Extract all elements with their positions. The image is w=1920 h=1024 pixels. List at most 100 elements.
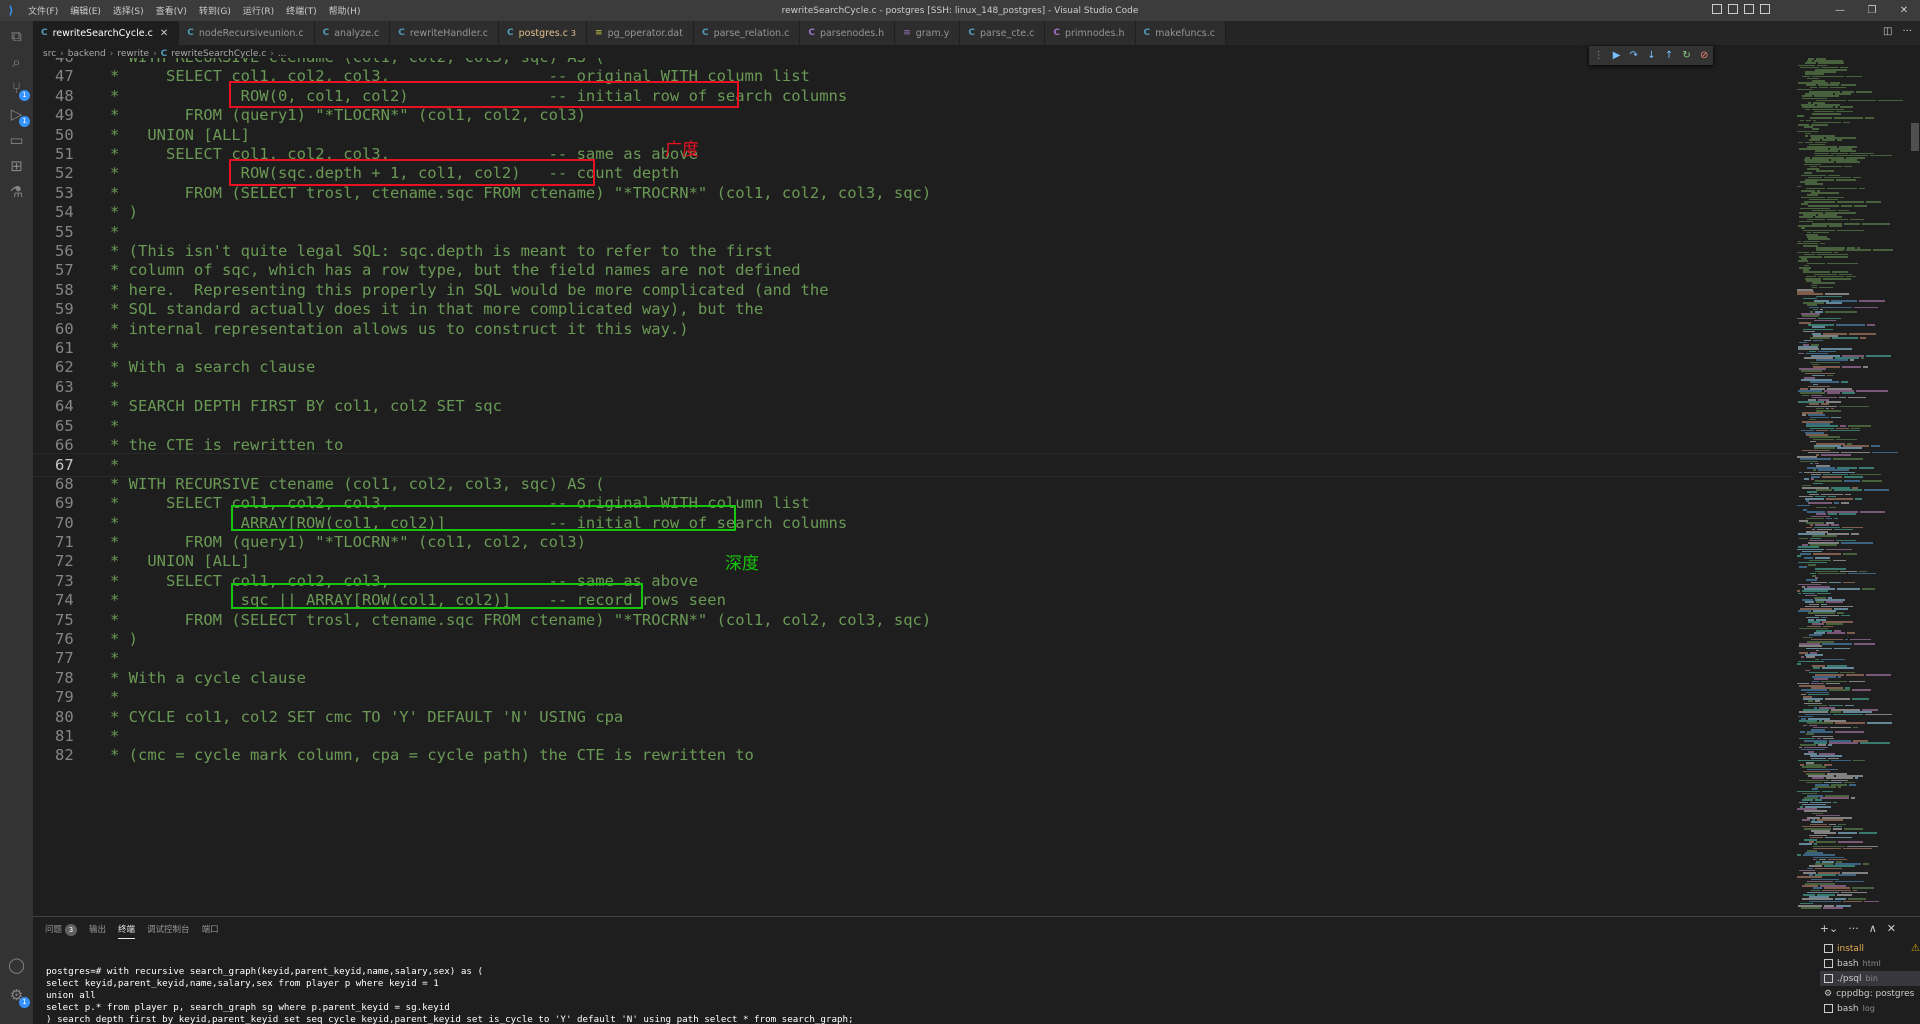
- more-actions-icon[interactable]: ···: [1902, 26, 1912, 37]
- code-text: *: [110, 456, 120, 475]
- new-terminal-icon[interactable]: +⌄: [1820, 922, 1838, 935]
- scrollbar-thumb[interactable]: [1911, 123, 1919, 151]
- remote-explorer-icon[interactable]: ▭: [7, 131, 26, 150]
- minimap[interactable]: [1795, 58, 1910, 916]
- tab-parsenodes-h[interactable]: Cparsenodes.h: [800, 21, 896, 45]
- menu-help[interactable]: 帮助(H): [323, 4, 367, 17]
- tab-noderecursiveunion-c[interactable]: CnodeRecursiveunion.c: [179, 21, 315, 45]
- menu-selection[interactable]: 选择(S): [107, 4, 150, 17]
- tab-label: pg_operator.dat: [607, 27, 683, 39]
- tab-postgres-c[interactable]: Cpostgres.c 3: [499, 21, 588, 45]
- menu-view[interactable]: 查看(V): [150, 4, 193, 17]
- tab-parse-cte-c[interactable]: Cparse_cte.c: [960, 21, 1046, 45]
- tab-debug-console[interactable]: 调试控制台: [147, 923, 190, 939]
- tab-pg-operator-dat[interactable]: ≡ pg_operator.dat: [587, 21, 694, 45]
- tab-problems[interactable]: 问题 3: [45, 923, 78, 939]
- disconnect-icon[interactable]: ⊘: [1700, 50, 1708, 61]
- tab-parse-relation-c[interactable]: Cparse_relation.c: [693, 21, 801, 45]
- terminal-output[interactable]: postgres=# with recursive search_graph(k…: [46, 954, 854, 1024]
- customize-layout-icon[interactable]: [1760, 4, 1770, 14]
- close-panel-icon[interactable]: ✕: [1887, 922, 1896, 935]
- tab-label: postgres.c: [518, 27, 568, 39]
- account-icon[interactable]: ◯: [7, 956, 26, 975]
- restore-icon[interactable]: ❐: [1856, 5, 1888, 16]
- drag-grip-icon[interactable]: ⋮: [1594, 50, 1604, 61]
- c-file-icon: C: [507, 28, 514, 38]
- terminal-line: union all: [46, 990, 96, 1001]
- c-file-icon: C: [41, 28, 48, 38]
- annotation-depth: 深度: [725, 554, 759, 574]
- terminal-icon: [1824, 974, 1833, 983]
- continue-icon[interactable]: ▶: [1613, 50, 1621, 61]
- chevron-right-icon: ›: [109, 48, 114, 59]
- code-editor[interactable]: 82 * (cmc = cycle mark column, cpa = cycl…: [33, 58, 1795, 916]
- menu-go[interactable]: 转到(G): [193, 4, 237, 17]
- code-line[interactable]: 46* WITH RECURSIVE ctename (col1, col2, …: [33, 58, 1793, 70]
- terminal-list: install ⚠ bash html ./psql bin ⚙ cppdbg: pos…: [1820, 941, 1920, 1016]
- toggle-sidebar-icon[interactable]: [1712, 4, 1722, 14]
- restart-icon[interactable]: ↻: [1682, 50, 1690, 61]
- data-file-icon: ≡: [595, 28, 603, 38]
- title-bar: ⟩ 文件(F) 编辑(E) 选择(S) 查看(V) 转到(G) 运行(R) 终端…: [0, 0, 1920, 21]
- tab-rewritehandler-c[interactable]: CrewriteHandler.c: [390, 21, 500, 45]
- menu-terminal[interactable]: 终端(T): [280, 4, 323, 17]
- tab-ports[interactable]: 端口: [202, 923, 219, 939]
- split-editor-icon[interactable]: ◫: [1883, 26, 1892, 37]
- c-file-icon: C: [701, 28, 709, 38]
- more-actions-icon[interactable]: ···: [1848, 922, 1859, 935]
- breadcrumb-rewrite[interactable]: rewrite: [117, 49, 149, 59]
- c-file-icon: C: [1143, 28, 1151, 38]
- tab-rewritesearchcycle-c[interactable]: CrewriteSearchCycle.c ✕: [33, 21, 180, 45]
- step-out-icon[interactable]: ↑: [1665, 50, 1673, 61]
- tab-terminal[interactable]: 终端: [118, 923, 136, 939]
- source-control-icon[interactable]: ⑂ 1: [7, 79, 30, 101]
- close-tab-icon[interactable]: ✕: [160, 28, 168, 39]
- debug-icon: ⚙: [1824, 988, 1833, 999]
- close-window-icon[interactable]: ✕: [1888, 5, 1920, 16]
- search-icon[interactable]: ⌕: [7, 53, 26, 72]
- tab-primnodes-h[interactable]: Cprimnodes.h: [1045, 21, 1136, 45]
- extensions-icon[interactable]: ⊞: [7, 157, 26, 176]
- highlight-box-count-depth: [229, 159, 595, 186]
- menu-edit[interactable]: 编辑(E): [64, 4, 107, 17]
- run-debug-icon[interactable]: ▷ 1: [7, 105, 30, 127]
- tab-makefuncs-c[interactable]: Cmakefuncs.c: [1135, 21, 1226, 45]
- editor-scrollbar[interactable]: [1910, 58, 1920, 916]
- settings-gear-icon[interactable]: ⚙ 1: [7, 986, 30, 1008]
- breadcrumb-symbol[interactable]: ...: [278, 49, 287, 59]
- toggle-panel-icon[interactable]: [1728, 4, 1738, 14]
- tab-label: parse_cte.c: [980, 27, 1035, 39]
- terminal-line: select p.* from player p, search_graph s…: [46, 1002, 450, 1013]
- step-over-icon[interactable]: ↷: [1630, 50, 1638, 61]
- tab-label: rewriteHandler.c: [409, 27, 489, 39]
- terminal-item-bash-html[interactable]: bash html: [1820, 956, 1920, 971]
- menu-run[interactable]: 运行(R): [237, 4, 280, 17]
- editor-tabs: CrewriteSearchCycle.c ✕ CnodeRecursiveunio…: [33, 21, 1920, 45]
- breadcrumb-file[interactable]: rewriteSearchCycle.c: [171, 49, 266, 59]
- minimize-icon[interactable]: —: [1824, 5, 1856, 16]
- breadcrumb-src[interactable]: src: [43, 49, 56, 59]
- c-file-icon: C: [398, 28, 405, 38]
- source-control-badge: 1: [19, 90, 30, 101]
- terminal-item-install[interactable]: install ⚠: [1820, 941, 1920, 956]
- terminal-item-cppdbg[interactable]: ⚙ cppdbg: postgres: [1820, 986, 1920, 1001]
- terminal-item-psql[interactable]: ./psql bin: [1820, 971, 1920, 986]
- menu-file[interactable]: 文件(F): [22, 4, 64, 17]
- code-text: * WITH RECURSIVE ctename (col1, col2, co…: [110, 58, 605, 70]
- tab-label: parse_relation.c: [713, 27, 790, 39]
- tab-output[interactable]: 输出: [89, 923, 106, 939]
- testing-icon[interactable]: ⚗: [7, 183, 26, 202]
- maximize-panel-icon[interactable]: ∧: [1869, 922, 1877, 935]
- terminal-item-bash-log[interactable]: bash log: [1820, 1001, 1920, 1016]
- terminal-line: postgres=# with recursive search_graph(k…: [46, 966, 483, 977]
- window-controls: — ❐ ✕: [1824, 0, 1920, 21]
- breadcrumb-backend[interactable]: backend: [68, 49, 106, 59]
- tab-gram-y[interactable]: ≡ gram.y: [895, 21, 961, 45]
- tab-label: gram.y: [915, 27, 950, 39]
- step-into-icon[interactable]: ↓: [1647, 50, 1655, 61]
- explorer-icon[interactable]: ⧉: [7, 27, 26, 46]
- toggle-secondary-sidebar-icon[interactable]: [1744, 4, 1754, 14]
- activity-bar: ⧉ ⌕ ⑂ 1 ▷ 1 ▭ ⊞ ⚗ ◯ ⚙ 1: [0, 21, 33, 1024]
- tab-analyze-c[interactable]: Canalyze.c: [314, 21, 391, 45]
- chevron-right-icon: ›: [153, 48, 157, 59]
